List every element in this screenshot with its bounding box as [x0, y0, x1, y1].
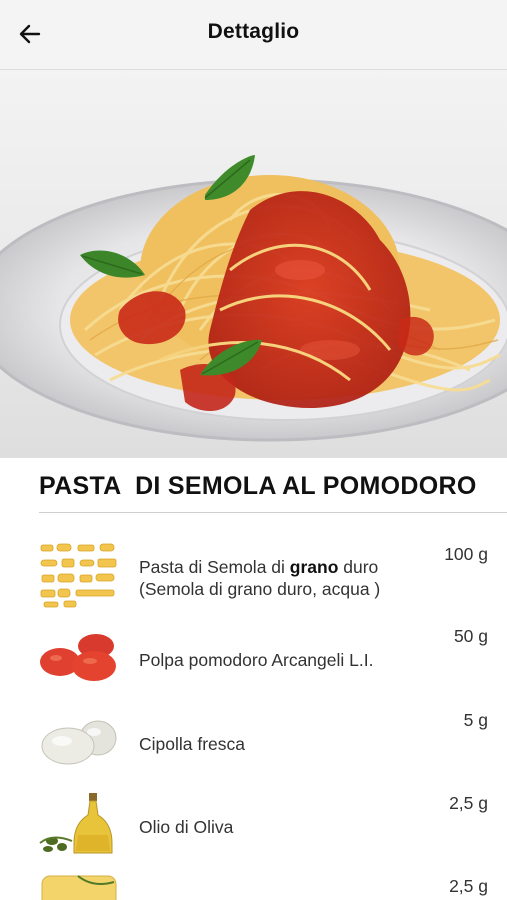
tomatoes-icon — [38, 622, 120, 692]
ingredient-name: Olio di Oliva — [139, 817, 234, 837]
ingredient-name: Pasta di Semola di grano duro (Semola di… — [139, 557, 381, 599]
ingredient-name: Polpa pomodoro Arcangeli L.I. — [139, 650, 374, 670]
ingredient-row[interactable]: 2,5 g — [0, 862, 507, 900]
olive-oil-bottle-icon — [38, 791, 120, 861]
ingredient-row[interactable]: Polpa pomodoro Arcangeli L.I. 50 g — [0, 614, 507, 696]
dish-title: PASTA DI SEMOLA AL POMODORO — [39, 472, 477, 500]
onions-icon — [38, 706, 120, 776]
ingredient-row[interactable]: Olio di Oliva 2,5 g — [0, 779, 507, 861]
divider — [39, 512, 507, 513]
ingredient-quantity: 100 g — [444, 544, 488, 564]
ingredient-name: Cipolla fresca — [139, 734, 246, 754]
dish-photo — [0, 70, 507, 458]
oil-jar-icon — [38, 874, 120, 900]
ingredient-quantity: 2,5 g — [449, 793, 488, 813]
ingredient-quantity: 50 g — [453, 626, 488, 646]
ingredient-quantity: 2,5 g — [449, 876, 488, 896]
ingredient-row[interactable]: Pasta di Semola di grano duro (Semola di… — [0, 532, 507, 614]
top-app-bar: Dettaglio — [0, 0, 507, 70]
page-title: Dettaglio — [207, 20, 300, 43]
pasta-shapes-icon — [38, 540, 120, 610]
ingredient-quantity: 5 g — [463, 710, 488, 730]
ingredient-row[interactable]: Cipolla fresca 5 g — [0, 696, 507, 778]
